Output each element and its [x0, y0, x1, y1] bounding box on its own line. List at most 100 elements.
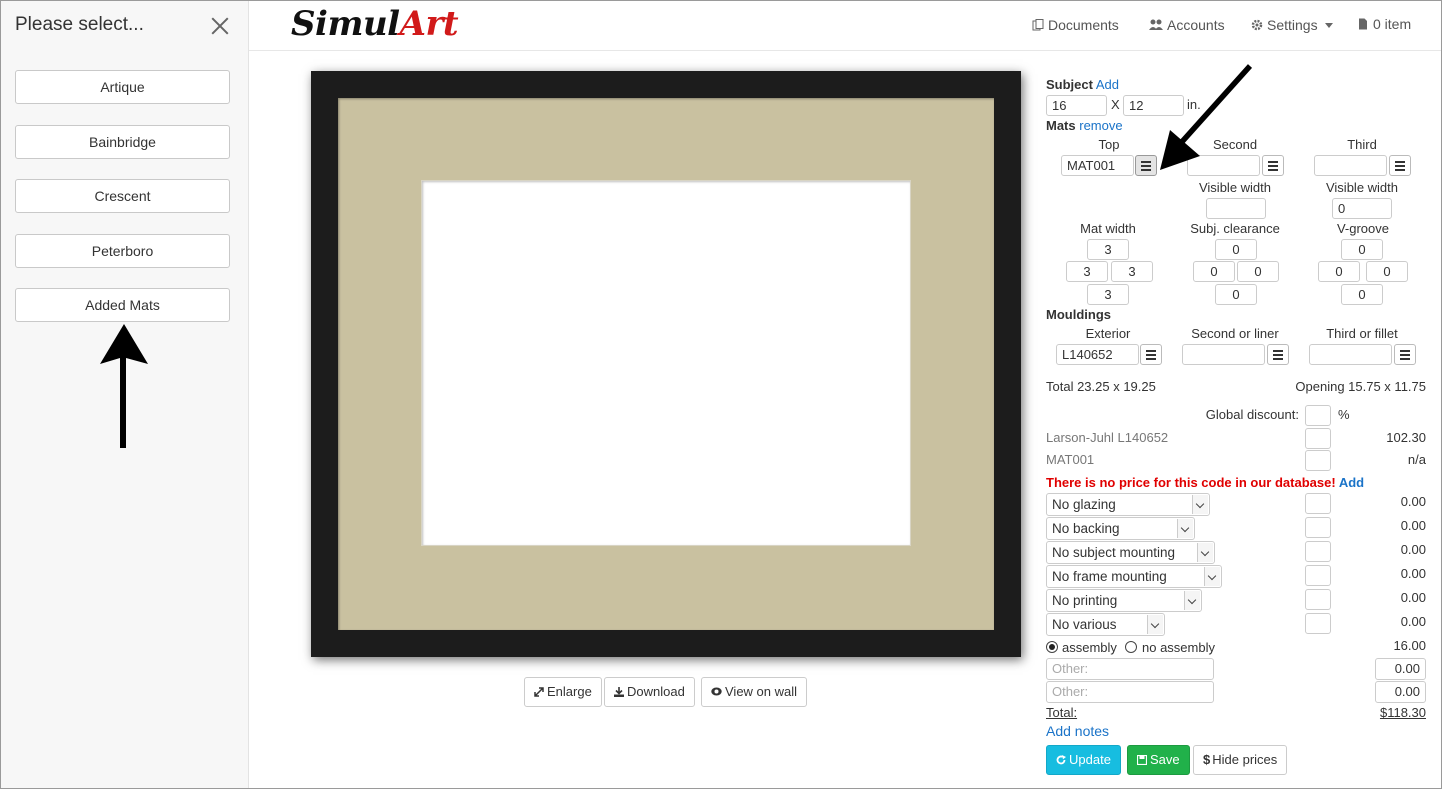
nav-settings[interactable]: Settings: [1251, 17, 1334, 33]
mat-vendor-bainbridge[interactable]: Bainbridge: [15, 125, 230, 159]
vgroove-left-input[interactable]: 0: [1318, 261, 1360, 282]
backing-discount-input[interactable]: [1305, 517, 1331, 538]
clearance-left-input[interactable]: 0: [1193, 261, 1235, 282]
various-select-value: No various: [1052, 617, 1117, 632]
various-discount-input[interactable]: [1305, 613, 1331, 634]
file-icon: [1359, 18, 1367, 30]
vgroove-top-input[interactable]: 0: [1341, 239, 1383, 260]
various-select[interactable]: No various: [1046, 613, 1165, 636]
mat-discount-input[interactable]: [1305, 450, 1331, 471]
percent-label: %: [1338, 407, 1350, 422]
mat-vendor-crescent[interactable]: Crescent: [15, 179, 230, 213]
nav-documents[interactable]: Documents: [1032, 17, 1119, 33]
mats-remove-link[interactable]: remove: [1079, 118, 1122, 133]
add-notes-link[interactable]: Add notes: [1046, 723, 1109, 739]
third-visible-width-input[interactable]: 0: [1332, 198, 1392, 219]
nav-documents-label: Documents: [1048, 17, 1119, 33]
third-mat-list-icon[interactable]: [1389, 155, 1411, 176]
subject-mounting-select[interactable]: No subject mounting: [1046, 541, 1215, 564]
nav-settings-label: Settings: [1267, 17, 1318, 33]
no-assembly-radio[interactable]: [1125, 641, 1137, 653]
exterior-moulding-list-icon[interactable]: [1140, 344, 1162, 365]
vgroove-bottom-input[interactable]: 0: [1341, 284, 1383, 305]
second-moulding-input[interactable]: [1182, 344, 1265, 365]
no-price-warning-text: There is no price for this code in our d…: [1046, 475, 1336, 490]
nav-cart[interactable]: 0 item: [1357, 16, 1411, 32]
subj-clearance-label: Subj. clearance: [1190, 221, 1280, 236]
printing-select[interactable]: No printing: [1046, 589, 1202, 612]
subject-add-link[interactable]: Add: [1096, 77, 1119, 92]
third-moulding-input[interactable]: [1309, 344, 1392, 365]
subject-heading: Subject Add: [1046, 77, 1119, 92]
assembly-price: 16.00: [1393, 638, 1426, 653]
moulding-discount-input[interactable]: [1305, 428, 1331, 449]
glazing-select[interactable]: No glazing: [1046, 493, 1210, 516]
vgroove-right-input[interactable]: 0: [1366, 261, 1408, 282]
moulding-price: 102.30: [1386, 430, 1426, 445]
subject-mounting-discount-input[interactable]: [1305, 541, 1331, 562]
frame-mounting-discount-input[interactable]: [1305, 565, 1331, 586]
download-icon: [614, 687, 624, 697]
mat-width-right-input[interactable]: 3: [1111, 261, 1153, 282]
chevron-down-icon: [1147, 615, 1163, 634]
view-on-wall-button[interactable]: View on wall: [701, 677, 808, 707]
nav-accounts[interactable]: Accounts: [1149, 17, 1225, 33]
update-button[interactable]: Update: [1046, 745, 1121, 775]
printing-price: 0.00: [1400, 590, 1426, 605]
top-navbar: SimulArt Documents Accounts Settings 0 i…: [249, 0, 1442, 51]
other-charge-2-price[interactable]: 0.00: [1375, 681, 1426, 703]
frame-mounting-price: 0.00: [1400, 566, 1426, 581]
second-moulding-list-icon[interactable]: [1267, 344, 1289, 365]
printing-discount-input[interactable]: [1305, 589, 1331, 610]
clearance-bottom-input[interactable]: 0: [1215, 284, 1257, 305]
glazing-discount-input[interactable]: [1305, 493, 1331, 514]
other-charge-1-price[interactable]: 0.00: [1375, 658, 1426, 680]
frame-preview: [311, 71, 1021, 657]
simulart-logo[interactable]: SimulArt: [291, 4, 459, 44]
mat-vendor-peterboro[interactable]: Peterboro: [15, 234, 230, 268]
expand-icon: [534, 687, 544, 697]
second-visible-width-input[interactable]: [1206, 198, 1266, 219]
logo-part-art: Art: [399, 4, 459, 44]
enlarge-button[interactable]: Enlarge: [524, 677, 602, 707]
nav-cart-label: 0 item: [1373, 16, 1412, 32]
chevron-down-icon: [1192, 495, 1208, 514]
subject-mounting-price: 0.00: [1400, 542, 1426, 557]
clearance-right-input[interactable]: 0: [1237, 261, 1279, 282]
enlarge-label: Enlarge: [547, 684, 592, 699]
download-button[interactable]: Download: [604, 677, 695, 707]
assembly-radio[interactable]: [1046, 641, 1058, 653]
global-discount-input[interactable]: [1305, 405, 1331, 426]
mat-vendor-artique[interactable]: Artique: [15, 70, 230, 104]
mat-width-top-input[interactable]: 3: [1087, 239, 1129, 260]
view-on-wall-label: View on wall: [725, 684, 798, 699]
mat-width-bottom-input[interactable]: 3: [1087, 284, 1129, 305]
mats-heading: Mats remove: [1046, 118, 1123, 133]
third-mat-code-input[interactable]: [1314, 155, 1387, 176]
backing-select-value: No backing: [1052, 521, 1120, 536]
second-mat-list-icon[interactable]: [1262, 155, 1284, 176]
mat-width-left-input[interactable]: 3: [1066, 261, 1108, 282]
backing-select[interactable]: No backing: [1046, 517, 1195, 540]
chevron-down-icon: [1197, 543, 1213, 562]
subject-mounting-select-value: No subject mounting: [1052, 545, 1176, 560]
total-dimensions: Total 23.25 x 19.25: [1046, 379, 1156, 394]
top-mat-code-input[interactable]: MAT001: [1061, 155, 1134, 176]
third-visible-width-label: Visible width: [1325, 180, 1399, 195]
clearance-top-input[interactable]: 0: [1215, 239, 1257, 260]
exterior-moulding-input[interactable]: L140652: [1056, 344, 1139, 365]
third-moulding-list-icon[interactable]: [1394, 344, 1416, 365]
hide-prices-button[interactable]: $ Hide prices: [1193, 745, 1288, 775]
frame-mounting-select[interactable]: No frame mounting: [1046, 565, 1222, 588]
backing-price: 0.00: [1400, 518, 1426, 533]
save-button[interactable]: Save: [1127, 745, 1190, 775]
close-icon[interactable]: [208, 14, 232, 38]
printing-select-value: No printing: [1052, 593, 1118, 608]
mat-col-third-header: Third: [1347, 137, 1377, 152]
mat-vendor-added-mats[interactable]: Added Mats: [15, 288, 230, 322]
subject-width-input[interactable]: 16: [1046, 95, 1107, 116]
no-price-add-link[interactable]: Add: [1339, 475, 1364, 490]
nav-accounts-label: Accounts: [1167, 17, 1225, 33]
other-charge-2-input[interactable]: Other:: [1046, 681, 1214, 703]
other-charge-1-input[interactable]: Other:: [1046, 658, 1214, 680]
